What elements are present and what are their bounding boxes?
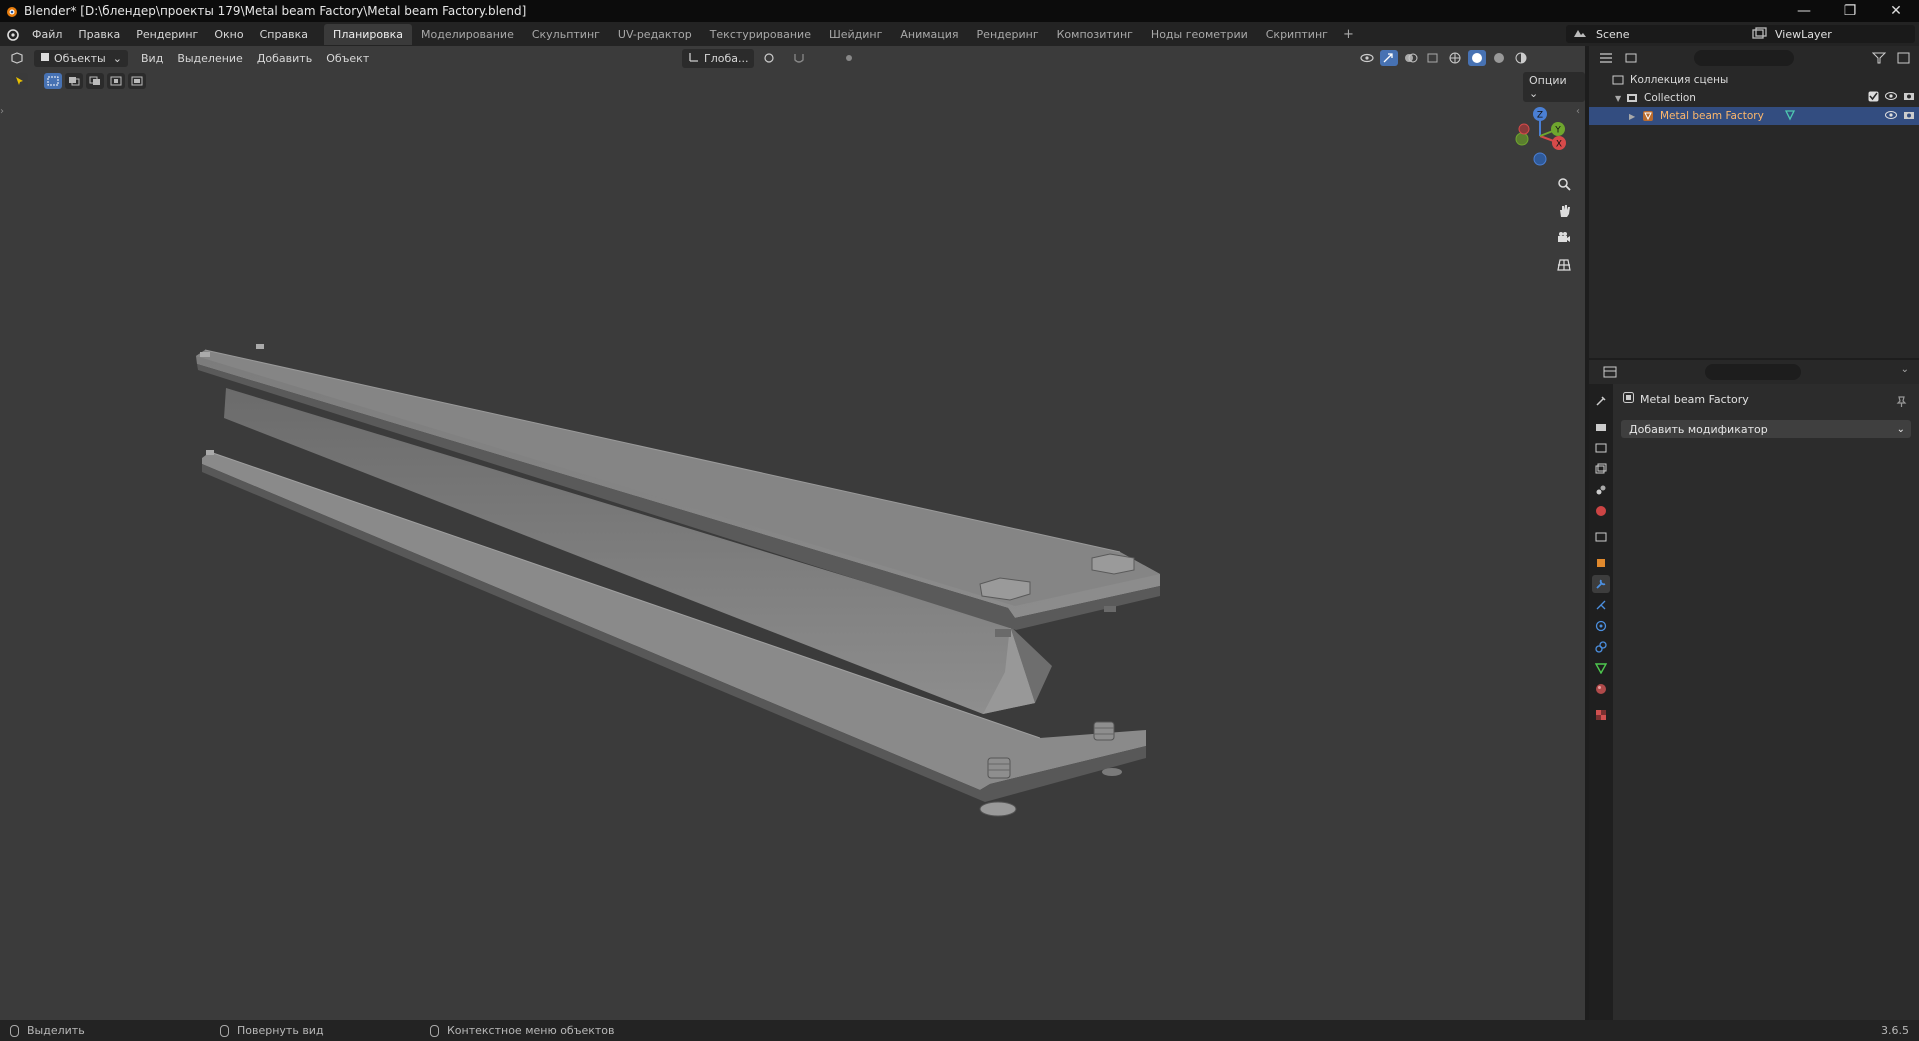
- properties-tab-bar: [1589, 384, 1613, 1020]
- new-collection-icon[interactable]: [1895, 50, 1913, 66]
- exclude-checkbox-icon[interactable]: [1868, 91, 1879, 105]
- scene-icon: [1572, 27, 1588, 44]
- tab-layout[interactable]: Планировка: [324, 23, 413, 45]
- world-tab-icon[interactable]: [1592, 502, 1610, 520]
- outliner-row-scene-collection[interactable]: Коллекция сцены: [1589, 71, 1919, 89]
- menu-file[interactable]: Файл: [24, 28, 70, 41]
- view-layer-selector[interactable]: ViewLayer: [1745, 25, 1915, 43]
- texture-tab-icon[interactable]: [1592, 706, 1610, 724]
- top-menu-bar: Файл Правка Рендеринг Окно Справка Плани…: [0, 22, 1919, 46]
- object-tab-icon[interactable]: [1592, 554, 1610, 572]
- physics-tab-icon[interactable]: [1592, 617, 1610, 635]
- outliner-row-metal-beam[interactable]: ▶ Metal beam Factory: [1589, 107, 1919, 125]
- mesh-data-icon[interactable]: [1784, 109, 1796, 124]
- mouse-middle-icon: [220, 1024, 229, 1037]
- properties-header: ⌄: [1589, 360, 1919, 384]
- minimize-button[interactable]: —: [1781, 0, 1827, 22]
- properties-options-chevron-icon[interactable]: ⌄: [1901, 364, 1909, 375]
- blender-version: 3.6.5: [1881, 1024, 1909, 1037]
- tab-sculpting[interactable]: Скульптинг: [523, 24, 609, 45]
- properties-search-input[interactable]: [1705, 364, 1801, 380]
- tab-geometry-nodes[interactable]: Ноды геометрии: [1142, 24, 1257, 45]
- mesh-object-icon: [1641, 110, 1655, 122]
- pin-icon[interactable]: [1895, 392, 1907, 411]
- collection-tab-icon[interactable]: [1592, 528, 1610, 546]
- blender-menu-icon[interactable]: [0, 27, 24, 41]
- title-bar: Blender* [D:\блендер\проекты 179\Metal b…: [0, 0, 1919, 22]
- expand-arrow-right-icon[interactable]: ▶: [1629, 112, 1641, 121]
- scene-collection-icon: [1611, 74, 1625, 86]
- filter-icon[interactable]: [1870, 50, 1888, 66]
- properties-panel: ⌄ Metal beam Factory Добавить модификато…: [1589, 360, 1919, 1020]
- modifier-object-name: Metal beam Factory: [1640, 392, 1749, 406]
- tool-tab-icon[interactable]: [1592, 392, 1610, 410]
- collection-icon: [1625, 92, 1639, 104]
- tab-uv-editing[interactable]: UV-редактор: [609, 24, 701, 45]
- status-rotate-label: Повернуть вид: [237, 1024, 324, 1037]
- tab-modeling[interactable]: Моделирование: [412, 24, 523, 45]
- status-select-label: Выделить: [27, 1024, 85, 1037]
- menu-window[interactable]: Окно: [206, 28, 251, 41]
- menu-render[interactable]: Рендеринг: [128, 28, 206, 41]
- object-data-icon: [1623, 392, 1634, 406]
- outliner-search-input[interactable]: [1694, 50, 1794, 66]
- status-context-hint: Контекстное меню объектов: [430, 1024, 615, 1037]
- 3d-viewport[interactable]: Объекты ⌄ Вид Выделение Добавить Объект …: [0, 46, 1585, 1020]
- add-modifier-label: Добавить модификатор: [1629, 422, 1768, 436]
- outliner-header: [1589, 46, 1919, 70]
- close-button[interactable]: ✕: [1873, 0, 1919, 22]
- scene-tab-icon[interactable]: [1592, 481, 1610, 499]
- collection-label: Collection: [1644, 92, 1696, 104]
- tab-texture-paint[interactable]: Текстурирование: [701, 24, 820, 45]
- metal-beam-model[interactable]: [0, 46, 1585, 1020]
- chevron-down-icon: ⌄: [1896, 423, 1905, 435]
- view-layer-tab-icon[interactable]: [1592, 460, 1610, 478]
- window-title: Blender* [D:\блендер\проекты 179\Metal b…: [24, 4, 527, 18]
- add-modifier-dropdown[interactable]: Добавить модификатор ⌄: [1621, 420, 1911, 438]
- tab-compositing[interactable]: Композитинг: [1048, 24, 1142, 45]
- modifier-object-header: Metal beam Factory: [1623, 392, 1749, 406]
- particles-tab-icon[interactable]: [1592, 596, 1610, 614]
- status-rotate-hint: Повернуть вид: [220, 1024, 324, 1037]
- workspace-tabs: Планировка Моделирование Скульптинг UV-р…: [324, 23, 1337, 45]
- menu-edit[interactable]: Правка: [70, 28, 128, 41]
- maximize-button[interactable]: ❐: [1827, 0, 1873, 22]
- add-workspace-button[interactable]: +: [1337, 27, 1360, 42]
- tab-scripting[interactable]: Скриптинг: [1257, 24, 1337, 45]
- menu-help[interactable]: Справка: [252, 28, 316, 41]
- tab-rendering[interactable]: Рендеринг: [968, 24, 1048, 45]
- display-mode-icon[interactable]: [1623, 50, 1641, 66]
- scene-name: Scene: [1596, 27, 1630, 41]
- eye-icon[interactable]: [1885, 110, 1897, 123]
- data-tab-icon[interactable]: [1592, 659, 1610, 677]
- camera-render-icon[interactable]: [1903, 91, 1915, 105]
- tab-animation[interactable]: Анимация: [891, 24, 967, 45]
- view-layer-name: ViewLayer: [1775, 27, 1832, 41]
- status-bar: Выделить Повернуть вид Контекстное меню …: [0, 1020, 1919, 1041]
- blender-logo-icon: [0, 0, 22, 22]
- view-layer-icon: [1751, 27, 1767, 44]
- status-context-label: Контекстное меню объектов: [447, 1024, 615, 1037]
- expand-arrow-icon[interactable]: ▼: [1615, 94, 1625, 103]
- eye-icon[interactable]: [1885, 91, 1897, 105]
- render-tab-icon[interactable]: [1592, 418, 1610, 436]
- mouse-left-icon: [10, 1024, 19, 1037]
- modifier-tab-icon[interactable]: [1592, 575, 1610, 593]
- outliner-row-collection[interactable]: ▼ Collection: [1589, 89, 1919, 107]
- scene-selector[interactable]: Scene: [1566, 25, 1751, 43]
- outliner-editor-type-icon[interactable]: [1597, 50, 1615, 66]
- properties-editor-type-icon[interactable]: [1601, 364, 1619, 380]
- mouse-right-icon: [430, 1024, 439, 1037]
- tab-shading[interactable]: Шейдинг: [820, 24, 891, 45]
- output-tab-icon[interactable]: [1592, 439, 1610, 457]
- status-select-hint: Выделить: [10, 1024, 85, 1037]
- camera-render-icon[interactable]: [1903, 110, 1915, 123]
- scene-collection-label: Коллекция сцены: [1630, 74, 1729, 86]
- material-tab-icon[interactable]: [1592, 680, 1610, 698]
- metal-beam-label: Metal beam Factory: [1660, 110, 1764, 122]
- outliner-panel: Коллекция сцены ▼ Collection ▶ Metal bea…: [1589, 46, 1919, 358]
- constraints-tab-icon[interactable]: [1592, 638, 1610, 656]
